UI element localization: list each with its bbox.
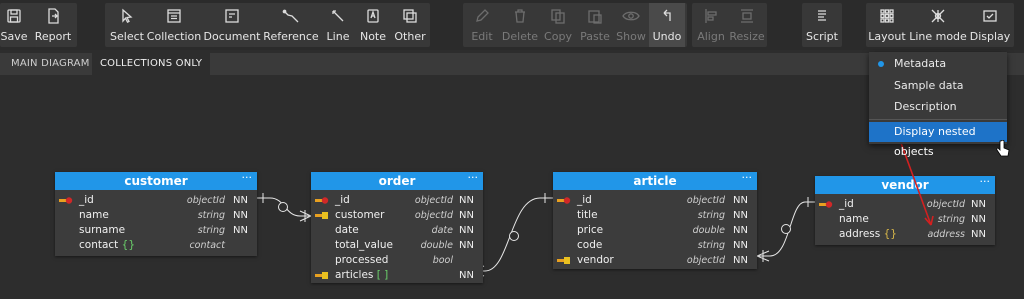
save-icon — [5, 7, 23, 25]
line-mode-icon — [929, 7, 947, 25]
paste-icon — [586, 7, 604, 25]
entity-header[interactable]: customer ··· — [55, 169, 257, 190]
field-row[interactable]: vendor objectId NN — [553, 253, 757, 268]
undo-icon — [658, 7, 676, 25]
layout-button[interactable]: Layout — [868, 3, 906, 47]
report-icon — [44, 7, 62, 25]
entity-article[interactable]: article ··· _id objectId NN title string … — [553, 169, 757, 269]
entity-title: vendor — [881, 178, 929, 192]
entity-order[interactable]: order ··· _id objectId NN customer object… — [311, 169, 483, 283]
field-row[interactable]: code string NN — [553, 238, 757, 253]
array-bracket: [ ] — [376, 269, 389, 281]
field-row[interactable]: _id objectId NN — [553, 193, 757, 208]
collection-icon — [165, 7, 183, 25]
field-row[interactable]: _id objectId NN — [55, 193, 257, 208]
field-row[interactable]: total_value double NN — [311, 238, 483, 253]
entity-header[interactable]: order ··· — [311, 169, 483, 190]
copy-button[interactable]: Copy — [544, 3, 572, 47]
entity-vendor[interactable]: vendor ··· _id objectId NN name string NN… — [815, 173, 995, 245]
collection-button[interactable]: Collection — [147, 3, 201, 47]
primary-key-icon — [59, 197, 73, 204]
menu-item-metadata[interactable]: Metadata — [869, 54, 1007, 74]
layout-icon — [878, 7, 896, 25]
eye-icon — [622, 7, 640, 25]
edit-icon — [473, 7, 491, 25]
tab-main-diagram[interactable]: MAIN DIAGRAM — [3, 53, 98, 75]
entity-menu-icon[interactable]: ··· — [468, 169, 479, 187]
display-button[interactable]: Display — [970, 3, 1010, 47]
report-button[interactable]: Report — [33, 3, 73, 47]
menu-item-description[interactable]: Description — [869, 97, 1007, 117]
show-button[interactable]: Show — [616, 3, 646, 47]
object-brace: {} — [883, 228, 897, 240]
selected-dot-icon — [878, 61, 884, 67]
primary-key-icon — [557, 197, 571, 204]
field-row[interactable]: _id objectId NN — [311, 193, 483, 208]
primary-key-icon — [819, 201, 833, 208]
entity-customer[interactable]: customer ··· _id objectId NN name string … — [55, 169, 257, 256]
edit-button[interactable]: Edit — [469, 3, 495, 47]
other-button[interactable]: Other — [393, 3, 427, 47]
save-button[interactable]: Save — [0, 3, 28, 47]
delete-button[interactable]: Delete — [502, 3, 538, 47]
document-icon — [223, 7, 241, 25]
undo-button[interactable]: Undo — [649, 3, 685, 47]
cursor-icon — [118, 7, 136, 25]
reference-button[interactable]: Reference — [263, 3, 319, 47]
script-icon — [813, 7, 831, 25]
field-row[interactable]: price double NN — [553, 223, 757, 238]
note-icon — [364, 7, 382, 25]
entity-title: customer — [124, 174, 188, 188]
line-button[interactable]: Line — [324, 3, 352, 47]
field-row[interactable]: name string NN — [55, 208, 257, 223]
other-icon — [401, 7, 419, 25]
field-row[interactable]: surname string NN — [55, 223, 257, 238]
foreign-key-icon — [557, 257, 570, 264]
foreign-key-icon — [315, 212, 328, 219]
field-row[interactable]: articles [ ] NN — [311, 268, 483, 283]
entity-title: order — [378, 174, 416, 188]
resize-icon — [738, 7, 756, 25]
paste-button[interactable]: Paste — [579, 3, 611, 47]
field-row[interactable]: title string NN — [553, 208, 757, 223]
reference-icon — [282, 7, 300, 25]
line-icon — [329, 7, 347, 25]
field-row[interactable]: address {} address NN — [815, 227, 995, 242]
select-button[interactable]: Select — [110, 3, 144, 47]
note-button[interactable]: Note — [358, 3, 388, 47]
menu-item-sample-data[interactable]: Sample data — [869, 76, 1007, 96]
entity-menu-icon[interactable]: ··· — [242, 169, 253, 187]
entity-menu-icon[interactable]: ··· — [980, 173, 991, 191]
primary-key-icon — [315, 197, 329, 204]
foreign-key-icon — [315, 272, 328, 279]
field-row[interactable]: customer objectId NN — [311, 208, 483, 223]
field-row[interactable]: date date NN — [311, 223, 483, 238]
entity-title: article — [633, 174, 677, 188]
menu-separator — [869, 119, 1007, 120]
entity-header[interactable]: article ··· — [553, 169, 757, 190]
toolbar: Save Report Select Collection Document R… — [0, 0, 1024, 50]
hand-pointer-icon — [996, 140, 1010, 157]
align-icon — [702, 7, 720, 25]
field-row[interactable]: processed bool — [311, 253, 483, 268]
display-icon — [981, 7, 999, 25]
align-button[interactable]: Align — [696, 3, 726, 47]
entity-header[interactable]: vendor ··· — [815, 173, 995, 194]
field-row[interactable]: name string NN — [815, 212, 995, 227]
object-brace: {} — [121, 239, 136, 251]
resize-button[interactable]: Resize — [729, 3, 765, 47]
field-row[interactable]: _id objectId NN — [815, 197, 995, 212]
field-row[interactable]: contact {} contact — [55, 238, 257, 253]
entity-menu-icon[interactable]: ··· — [742, 169, 753, 187]
document-button[interactable]: Document — [204, 3, 261, 47]
display-menu: Metadata Sample data Description Display… — [869, 52, 1007, 158]
copy-icon — [549, 7, 567, 25]
menu-item-display-nested-objects[interactable]: Display nested objects — [869, 122, 1007, 158]
delete-icon — [511, 7, 529, 25]
script-button[interactable]: Script — [805, 3, 839, 47]
line-mode-button[interactable]: Line mode — [909, 3, 967, 47]
tab-collections-only[interactable]: COLLECTIONS ONLY — [92, 53, 211, 75]
